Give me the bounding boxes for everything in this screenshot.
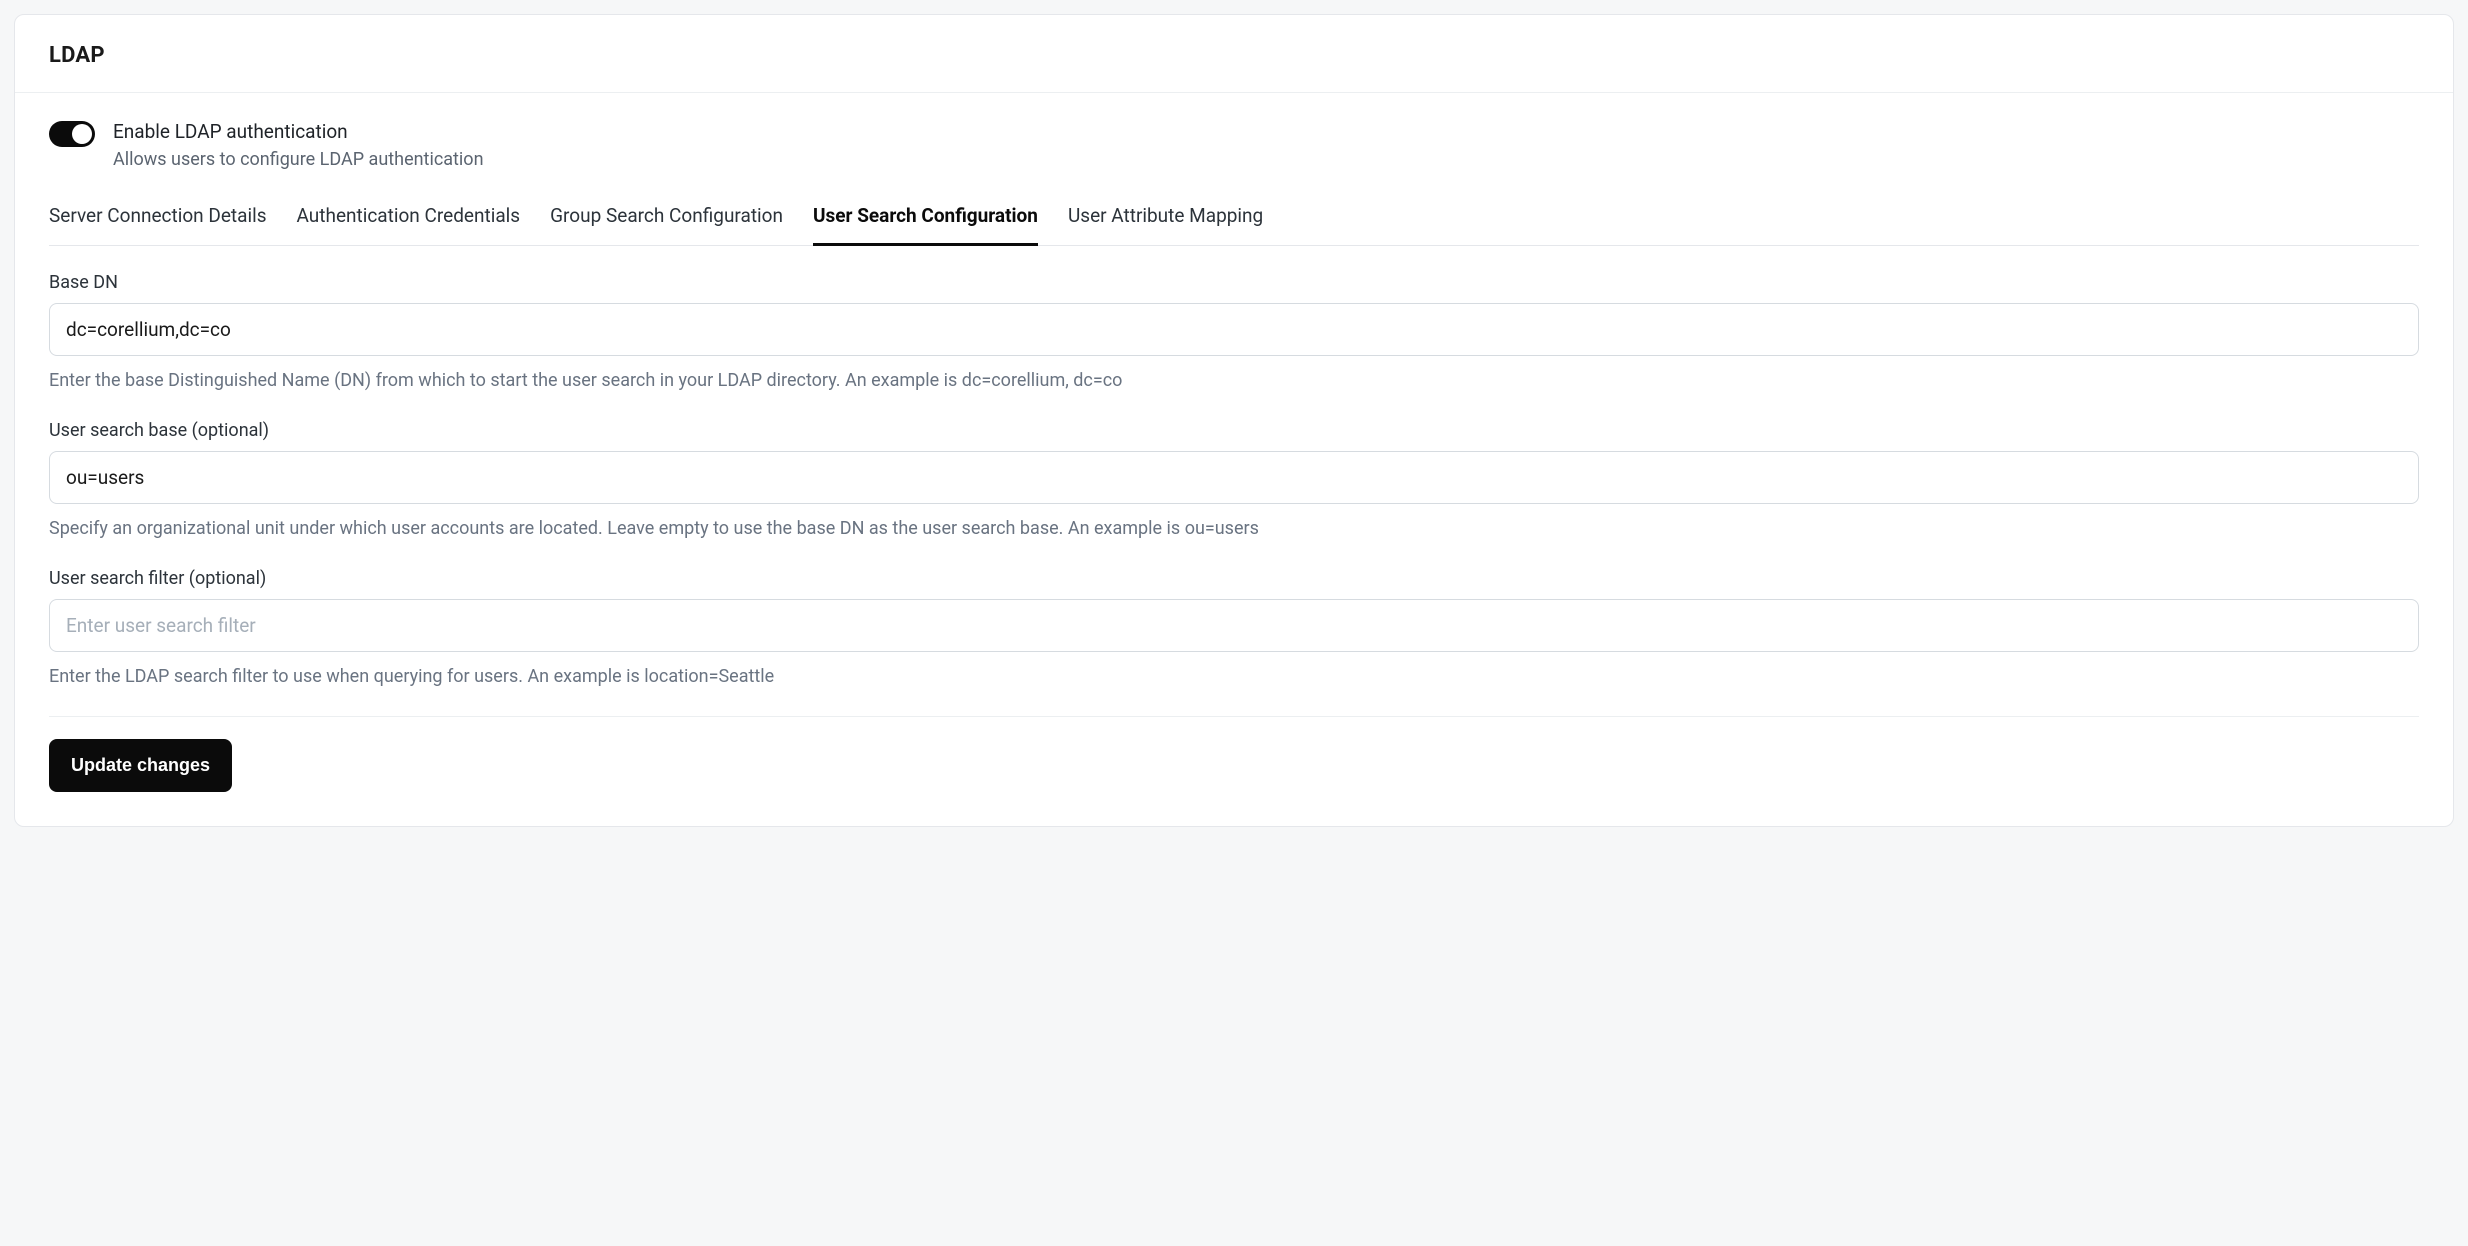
user-search-base-label: User search base (optional): [49, 420, 2419, 441]
card-body: Enable LDAP authentication Allows users …: [15, 93, 2453, 826]
tab-authentication-credentials[interactable]: Authentication Credentials: [297, 198, 521, 246]
ldap-card: LDAP Enable LDAP authentication Allows u…: [14, 14, 2454, 827]
enable-ldap-row: Enable LDAP authentication Allows users …: [49, 119, 2419, 170]
base-dn-input[interactable]: [49, 303, 2419, 356]
user-search-filter-label: User search filter (optional): [49, 568, 2419, 589]
card-header: LDAP: [15, 15, 2453, 93]
enable-ldap-toggle[interactable]: [49, 121, 95, 147]
toggle-knob: [72, 124, 92, 144]
tab-user-search-configuration[interactable]: User Search Configuration: [813, 198, 1038, 246]
base-dn-help: Enter the base Distinguished Name (DN) f…: [49, 368, 2419, 394]
tab-user-attribute-mapping[interactable]: User Attribute Mapping: [1068, 198, 1263, 246]
base-dn-label: Base DN: [49, 272, 2419, 293]
divider: [49, 716, 2419, 717]
user-search-base-help: Specify an organizational unit under whi…: [49, 516, 2419, 542]
tab-group-search-configuration[interactable]: Group Search Configuration: [550, 198, 783, 246]
base-dn-field: Base DN Enter the base Distinguished Nam…: [49, 272, 2419, 394]
toggle-text-group: Enable LDAP authentication Allows users …: [113, 119, 484, 170]
toggle-label: Enable LDAP authentication: [113, 119, 484, 145]
tabs: Server Connection Details Authentication…: [49, 198, 2419, 246]
update-changes-button[interactable]: Update changes: [49, 739, 232, 792]
user-search-base-input[interactable]: [49, 451, 2419, 504]
card-title: LDAP: [49, 43, 2419, 68]
user-search-base-field: User search base (optional) Specify an o…: [49, 420, 2419, 542]
tab-server-connection-details[interactable]: Server Connection Details: [49, 198, 267, 246]
user-search-filter-field: User search filter (optional) Enter the …: [49, 568, 2419, 690]
user-search-filter-input[interactable]: [49, 599, 2419, 652]
user-search-filter-help: Enter the LDAP search filter to use when…: [49, 664, 2419, 690]
toggle-description: Allows users to configure LDAP authentic…: [113, 149, 484, 170]
